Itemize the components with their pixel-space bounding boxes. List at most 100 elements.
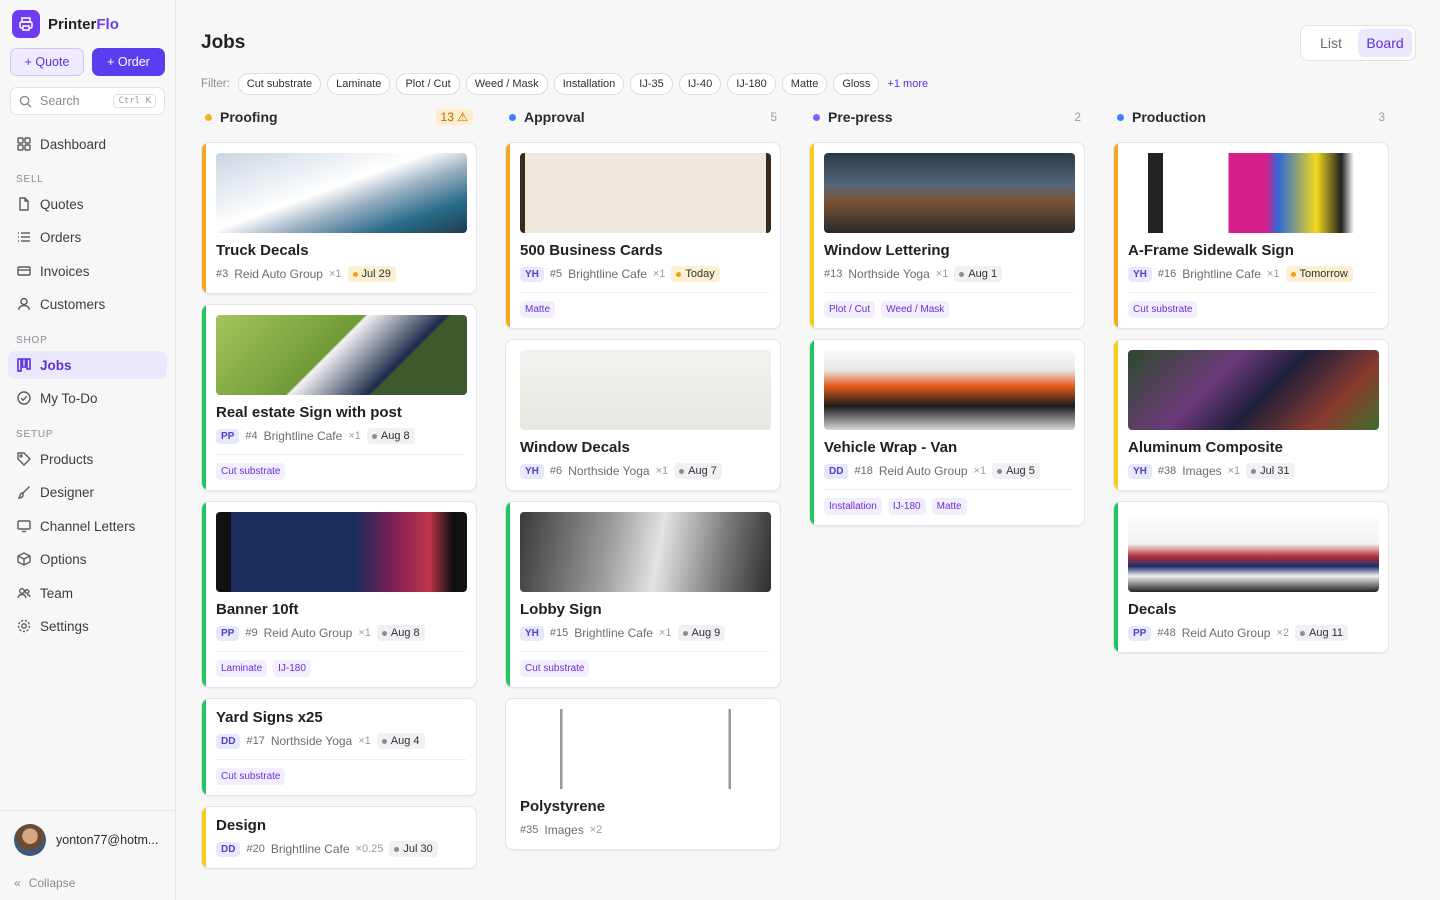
job-card[interactable]: Vehicle Wrap - Van DD #18 Reid Auto Group ×1… — [809, 339, 1085, 526]
job-card[interactable]: Real estate Sign with post PP #4 Brightline… — [201, 304, 477, 491]
column-status-dot — [509, 113, 516, 121]
filter-chip[interactable]: IJ-40 — [678, 73, 722, 95]
column-name: Production — [1132, 109, 1206, 125]
nav-quotes[interactable]: Quotes — [8, 190, 167, 218]
job-card[interactable]: A-Frame Sidewalk Sign YH #16 Brightline Caf… — [1113, 142, 1389, 329]
column-count: 5 — [770, 110, 777, 124]
job-quantity: ×1 — [1227, 465, 1241, 477]
filter-chip[interactable]: Gloss — [833, 73, 880, 95]
filter-chip[interactable]: IJ-180 — [727, 73, 776, 95]
assignee-badge: YH — [1128, 463, 1152, 479]
job-card[interactable]: Design DD #20 Brightline Cafe ×0.25 Jul 30 — [201, 806, 477, 869]
nav-team[interactable]: Team — [8, 579, 167, 607]
job-number: #3 — [216, 268, 229, 280]
collapse-button[interactable]: « Collapse — [14, 876, 75, 890]
nav-settings[interactable]: Settings — [8, 612, 167, 640]
new-order-button[interactable]: + Order — [92, 48, 165, 76]
customer-name: Brightline Cafe — [1182, 267, 1261, 281]
job-thumbnail — [216, 315, 467, 395]
column-count: 13 ⚠ — [435, 109, 473, 125]
filter-more-link[interactable]: +1 more — [887, 78, 928, 90]
user-menu[interactable]: yonton77@hotm... — [0, 810, 175, 868]
job-card[interactable]: Yard Signs x25 DD #17 Northside Yoga ×1 Aug 4… — [201, 698, 477, 796]
nav-dashboard[interactable]: Dashboard — [8, 130, 167, 158]
job-meta: PP #48 Reid Auto Group ×2 Aug 11 — [1128, 624, 1378, 642]
nav-designer[interactable]: Designer — [8, 478, 167, 506]
job-number: #20 — [246, 843, 265, 855]
nav-products[interactable]: Products — [8, 445, 167, 473]
job-card[interactable]: Aluminum Composite YH #38 Images ×1 Jul 31 — [1113, 339, 1389, 491]
filter-chip[interactable]: Cut substrate — [237, 73, 322, 95]
nav-orders[interactable]: Orders — [8, 223, 167, 251]
card-status-stripe — [810, 340, 814, 525]
job-card[interactable]: 500 Business Cards YH #5 Brightline Cafe ×1 T… — [505, 142, 781, 329]
filter-chip[interactable]: Laminate — [327, 73, 391, 95]
brush-icon — [17, 486, 30, 499]
nav-quotes-label: Quotes — [40, 196, 84, 212]
filter-chip[interactable]: Installation — [553, 73, 625, 95]
job-card[interactable]: Decals PP #48 Reid Auto Group ×2 Aug 11 — [1113, 501, 1389, 653]
column-name: Proofing — [220, 109, 278, 125]
card-status-stripe — [202, 502, 206, 687]
search-input[interactable]: Search Ctrl K — [10, 87, 165, 115]
job-number: #6 — [549, 465, 563, 477]
filter-chip[interactable]: Matte — [781, 73, 828, 95]
job-card[interactable]: Banner 10ft PP #9 Reid Auto Group ×1 Aug 8 Lam… — [201, 501, 477, 688]
brand[interactable]: PrinterFlo — [12, 10, 119, 38]
card-body: 500 Business Cards YH #5 Brightline Cafe ×1 T… — [506, 143, 780, 328]
nav-invoices[interactable]: Invoices — [8, 257, 167, 285]
nav-channel-letters[interactable]: Channel Letters — [8, 512, 167, 540]
job-tag: Cut substrate — [216, 768, 286, 785]
job-thumbnail — [1128, 153, 1379, 233]
job-card[interactable]: Window Lettering #13 Northside Yoga ×1 Aug 1… — [809, 142, 1085, 329]
due-date: Aug 1 — [968, 268, 998, 280]
nav-todo[interactable]: My To-Do — [8, 384, 167, 412]
job-card[interactable]: Truck Decals #3 Reid Auto Group ×1 Jul 29 — [201, 142, 477, 294]
column-header: Pre-press 2 — [809, 108, 1085, 126]
nav-customers[interactable]: Customers — [8, 290, 167, 318]
view-list-button[interactable]: List — [1304, 29, 1358, 57]
card-body: Decals PP #48 Reid Auto Group ×2 Aug 11 — [1114, 502, 1388, 652]
filter-chip[interactable]: Plot / Cut — [396, 73, 460, 95]
user-email: yonton77@hotm... — [56, 832, 159, 847]
filter-chip[interactable]: IJ-35 — [630, 73, 673, 95]
card-body: Real estate Sign with post PP #4 Brightline… — [202, 305, 476, 490]
job-tag: IJ-180 — [887, 498, 926, 515]
job-meta: PP #9 Reid Auto Group ×1 Aug 8 — [216, 624, 466, 642]
job-quantity: ×1 — [655, 465, 669, 477]
assignee-badge: YH — [520, 266, 544, 282]
customer-name: Brightline Cafe — [270, 842, 350, 856]
job-thumbnail — [520, 350, 771, 430]
job-meta: #35 Images ×2 — [520, 821, 770, 839]
job-tags: Cut substrate — [216, 759, 466, 785]
customer-name: Brightline Cafe — [568, 267, 647, 281]
section-setup: SETUP — [16, 429, 54, 440]
due-date-badge: Jul 31 — [1246, 463, 1295, 479]
job-meta: YH #6 Northside Yoga ×1 Aug 7 — [520, 462, 770, 480]
column-header: Proofing 13 ⚠ — [201, 108, 477, 126]
nav-options[interactable]: Options — [8, 545, 167, 573]
nav-orders-label: Orders — [40, 229, 82, 245]
due-date: Jul 29 — [361, 268, 391, 280]
card-body: Lobby Sign YH #15 Brightline Cafe ×1 Aug 9 Cut… — [506, 502, 780, 687]
due-date-badge: Aug 5 — [992, 463, 1040, 479]
job-card[interactable]: Window Decals YH #6 Northside Yoga ×1 Aug 7 — [505, 339, 781, 491]
job-meta: #3 Reid Auto Group ×1 Jul 29 — [216, 265, 466, 283]
job-tag: IJ-180 — [273, 660, 311, 677]
job-quantity: ×0.25 — [355, 843, 384, 855]
job-quantity: ×2 — [589, 824, 603, 836]
nav-jobs[interactable]: Jobs — [8, 351, 167, 379]
job-number: #35 — [520, 824, 539, 836]
new-quote-button[interactable]: + Quote — [10, 48, 84, 76]
board-column-production: Production 3 A-Frame Sidewalk Sign YH #16 Bri… — [1113, 108, 1389, 870]
app-name: PrinterFlo — [48, 15, 119, 33]
job-thumbnail — [1128, 350, 1379, 430]
tag-icon — [17, 452, 31, 466]
job-card[interactable]: Lobby Sign YH #15 Brightline Cafe ×1 Aug 9 Cut… — [505, 501, 781, 688]
search-shortcut: Ctrl K — [113, 94, 156, 108]
view-board-button[interactable]: Board — [1358, 29, 1412, 57]
job-card[interactable]: Polystyrene #35 Images ×2 — [505, 698, 781, 850]
nav-invoices-label: Invoices — [40, 263, 90, 279]
filter-chip[interactable]: Weed / Mask — [465, 73, 548, 95]
card-status-stripe — [202, 305, 206, 490]
